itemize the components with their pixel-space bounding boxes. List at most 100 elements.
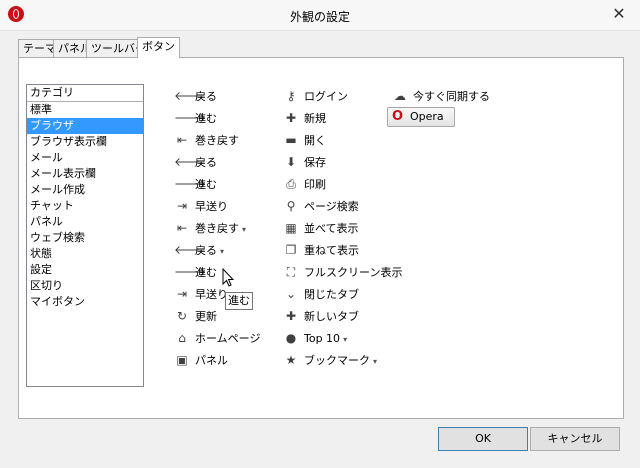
- toolbar-button-item[interactable]: ⚷ ログイン: [283, 88, 348, 104]
- category-item[interactable]: メール表示欄: [27, 166, 143, 182]
- toolbar-button-item[interactable]: ● Top 10 ▾: [283, 330, 347, 346]
- category-item[interactable]: ブラウザ: [27, 118, 143, 134]
- arrow-right-icon: 🡒: [174, 177, 207, 191]
- toolbar-button-item[interactable]: 🡒進む: [174, 264, 217, 280]
- dropdown-caret-icon: ▾: [373, 357, 378, 366]
- toolbar-button-item[interactable]: 🡐戻る: [174, 88, 217, 104]
- mouse-cursor-icon: [222, 268, 235, 287]
- medal-icon: ●: [285, 331, 297, 345]
- category-list[interactable]: カテゴリ 標準 ブラウザ ブラウザ表示欄 メール メール表示欄 メール作成 チャット パネル ウェ…: [26, 84, 144, 387]
- toolbar-button-item[interactable]: ★ ブックマーク ▾: [283, 352, 377, 368]
- plus-icon: ✚: [285, 309, 297, 323]
- arrow-right-icon: 🡒: [174, 265, 207, 279]
- toolbar-button-item[interactable]: ▦ 並べて表示: [283, 220, 359, 236]
- button-label: 重ねて表示: [304, 244, 359, 257]
- toolbar-button-item[interactable]: 🡐戻る ▾: [174, 242, 224, 258]
- category-item[interactable]: 状態: [27, 246, 143, 262]
- toolbar-button-item[interactable]: ⇥ 早送り: [174, 286, 228, 302]
- button-label: 巻き戻す: [195, 222, 239, 235]
- button-label: 印刷: [304, 178, 326, 191]
- home-icon: ⌂: [178, 331, 186, 345]
- toolbar-button-item[interactable]: ⬇ 保存: [283, 154, 326, 170]
- toolbar-button-item[interactable]: ▬ 開く: [283, 132, 326, 148]
- button-label: パネル: [195, 354, 228, 367]
- button-label: 早送り: [195, 288, 228, 301]
- title-bar: 外観の設定 ✕: [0, 0, 640, 31]
- opera-logo-icon: O: [392, 109, 404, 124]
- button-label: フルスクリーン表示: [304, 266, 403, 279]
- button-label: 更新: [195, 310, 217, 323]
- rewind-icon: ⇤: [176, 133, 188, 147]
- button-label: 戻る: [195, 156, 217, 169]
- ok-button[interactable]: OK: [438, 427, 528, 451]
- reload-icon: ↻: [176, 309, 188, 323]
- toolbar-button-item[interactable]: 🡐戻る: [174, 154, 217, 170]
- button-label: 今すぐ同期する: [413, 90, 490, 103]
- toolbar-button-item[interactable]: ⛶ フルスクリーン表示: [283, 264, 403, 280]
- opera-menu-button[interactable]: O Opera: [387, 107, 455, 127]
- save-icon: ⬇: [285, 155, 297, 169]
- category-item[interactable]: パネル: [27, 214, 143, 230]
- button-label: 戻る: [195, 90, 217, 103]
- arrow-right-icon: 🡒: [174, 111, 207, 125]
- opera-button-label: Opera: [410, 110, 444, 123]
- key-icon: ⚷: [286, 89, 296, 103]
- button-label: 新しいタブ: [304, 310, 359, 323]
- tab-buttons[interactable]: ボタン: [137, 37, 180, 58]
- category-item[interactable]: 設定: [27, 262, 143, 278]
- category-item[interactable]: 標準: [27, 102, 143, 118]
- arrow-left-icon: 🡐: [174, 155, 207, 169]
- category-item[interactable]: ウェブ検索: [27, 230, 143, 246]
- category-item[interactable]: チャット: [27, 198, 143, 214]
- button-label: ログイン: [304, 90, 348, 103]
- button-label: 巻き戻す: [195, 134, 239, 147]
- toolbar-button-item[interactable]: ⌂ ホームページ: [174, 330, 260, 346]
- toolbar-button-item[interactable]: ⇤ 巻き戻す ▾: [174, 220, 246, 236]
- button-label: 閉じたタブ: [304, 288, 359, 301]
- toolbar-button-item[interactable]: ✚ 新規: [283, 110, 326, 126]
- category-item[interactable]: メール作成: [27, 182, 143, 198]
- fast-forward-icon: ⇥: [176, 287, 188, 301]
- panel-icon: ▣: [176, 353, 188, 367]
- toolbar-button-item[interactable]: ❐ 重ねて表示: [283, 242, 359, 258]
- folder-icon: ▬: [285, 133, 297, 147]
- arrow-left-icon: 🡐: [174, 89, 207, 103]
- tooltip: 進む: [225, 292, 253, 310]
- fast-forward-icon: ⇥: [176, 199, 188, 213]
- toolbar-button-item[interactable]: ↻ 更新: [174, 308, 217, 324]
- toolbar-button-item[interactable]: ⇤ 巻き戻す: [174, 132, 239, 148]
- search-icon: ⚲: [286, 199, 296, 213]
- cascade-icon: ❐: [285, 243, 297, 257]
- button-label: 開く: [304, 134, 326, 147]
- button-label: 早送り: [195, 200, 228, 213]
- close-button[interactable]: ✕: [610, 5, 628, 23]
- chevron-down-icon: ⌄: [285, 287, 297, 301]
- toolbar-button-item[interactable]: 🡒進む: [174, 110, 217, 126]
- dropdown-caret-icon: ▾: [220, 247, 225, 256]
- toolbar-button-item[interactable]: ▣ パネル: [174, 352, 228, 368]
- button-label: 進む: [195, 178, 217, 191]
- toolbar-button-item[interactable]: ⌄ 閉じたタブ: [283, 286, 359, 302]
- category-item[interactable]: メール: [27, 150, 143, 166]
- button-label: ページ検索: [304, 200, 359, 213]
- toolbar-button-item[interactable]: ⎙ 印刷: [283, 176, 326, 192]
- category-list-header: カテゴリ: [27, 85, 143, 102]
- button-label: 並べて表示: [304, 222, 359, 235]
- printer-icon: ⎙: [286, 177, 296, 191]
- dropdown-caret-icon: ▾: [343, 335, 348, 344]
- category-item[interactable]: 区切り: [27, 278, 143, 294]
- toolbar-button-item[interactable]: ⚲ ページ検索: [283, 198, 359, 214]
- cancel-button[interactable]: キャンセル: [530, 427, 620, 451]
- button-label: ホームページ: [195, 332, 261, 345]
- fullscreen-icon: ⛶: [286, 265, 296, 279]
- button-label: 保存: [304, 156, 326, 169]
- toolbar-button-item[interactable]: ☁ 今すぐ同期する: [392, 88, 490, 104]
- toolbar-button-item[interactable]: ⇥ 早送り: [174, 198, 228, 214]
- cloud-icon: ☁: [394, 89, 406, 103]
- toolbar-button-item[interactable]: ✚ 新しいタブ: [283, 308, 359, 324]
- category-item[interactable]: ブラウザ表示欄: [27, 134, 143, 150]
- tile-icon: ▦: [285, 221, 297, 235]
- toolbar-button-item[interactable]: 🡒進む: [174, 176, 217, 192]
- window-title: 外観の設定: [289, 10, 350, 24]
- category-item[interactable]: マイボタン: [27, 294, 143, 310]
